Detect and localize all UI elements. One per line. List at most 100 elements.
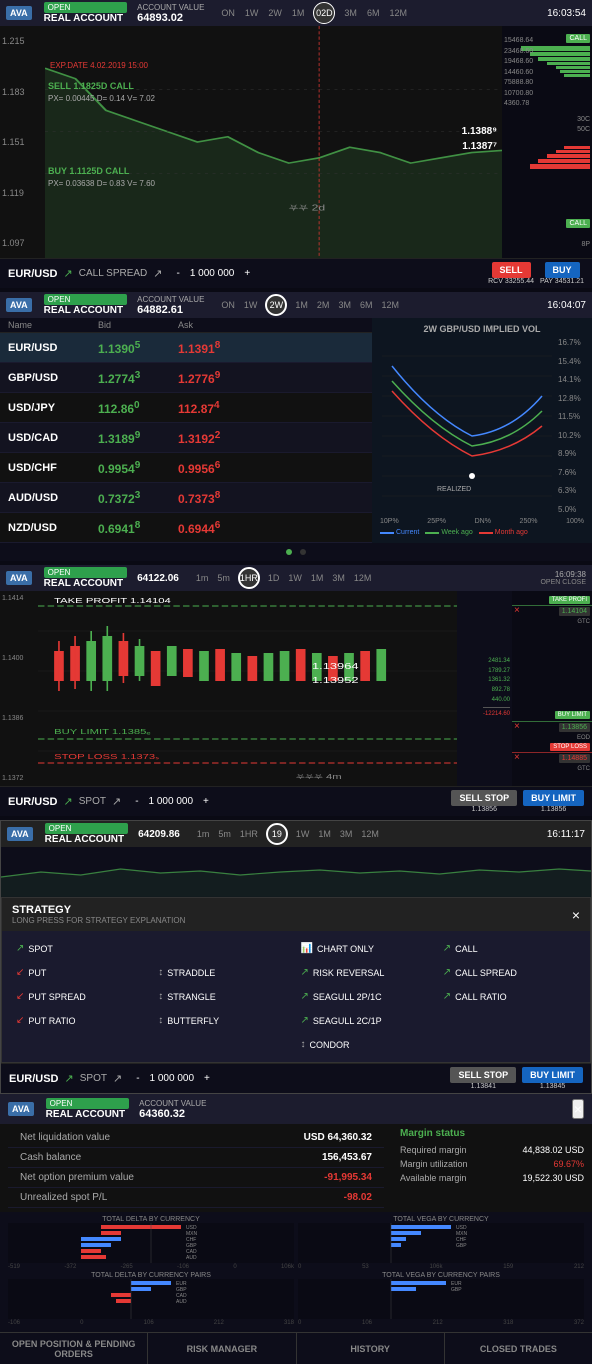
s3-btn-1hr-active[interactable]: 1HR [238,567,260,589]
s4-buy-button[interactable]: BUY LIMIT [522,1067,583,1083]
section3-chart-area: 1.14141.14001.13861.1372 [0,591,592,786]
s2-btn-6m[interactable]: 6M [357,299,376,311]
s3-btn-1m2[interactable]: 1M [308,572,327,584]
ava-logo-4: AVA [7,827,33,841]
s3-btn-12m[interactable]: 12M [351,572,375,584]
time-btn-3m[interactable]: 3M [341,7,360,19]
nav-risk-manager[interactable]: RISK MANAGER [148,1333,296,1364]
section3-header: AVA OPEN REAL ACCOUNT 64122.06 1m 5m 1HR… [0,565,592,591]
tp-close[interactable]: × [514,605,520,616]
time-btn-2w[interactable]: 2W [265,7,285,19]
strategy-popup: STRATEGY LONG PRESS FOR STRATEGY EXPLANA… [1,897,591,1063]
s4-plus[interactable]: + [204,1073,210,1084]
strategy-item-seagull2c1p[interactable]: ↗ SEAGULL 2C/1P [297,1009,438,1032]
time-btn-12m[interactable]: 12M [386,7,410,19]
row-eurusd[interactable]: EUR/USD 1.13905 1.13918 [0,333,372,363]
sell-button[interactable]: SELL [492,262,531,278]
s3-btn-1w[interactable]: 1W [285,572,305,584]
s4-btn-5m[interactable]: 5m [215,828,234,840]
s3-btn-1d[interactable]: 1D [265,572,283,584]
row-usdchf[interactable]: USD/CHF 0.99549 0.99566 [0,453,372,483]
netliq-close-button[interactable]: × [572,1099,584,1119]
nav-closed-trades[interactable]: CLOSED TRADES [445,1333,592,1364]
strategy-item-condor[interactable]: ↕ CONDOR [297,1033,438,1056]
strategy-item-seagull2p1c[interactable]: ↗ SEAGULL 2P/1C [297,985,438,1008]
bl-line [512,721,592,722]
time-btn-02d-active[interactable]: 02D [313,2,335,24]
s3-btn-5m[interactable]: 5m [214,572,233,584]
s4-btn-1m[interactable]: 1m [194,828,213,840]
strategy-item-putratio[interactable]: ↙ PUT RATIO [12,1009,153,1032]
vega-pairs-title: TOTAL VEGA BY CURRENCY PAIRS [298,1272,584,1279]
right-margin-info: Margin status Required margin 44,838.02 … [392,1124,592,1212]
strategy-item-spot[interactable]: ↗ SPOT [12,937,153,960]
delta-vega-charts: TOTAL DELTA BY CURRENCY USD MXN CHF [0,1212,592,1332]
strategy-item-straddle[interactable]: ↕ STRADDLE [154,961,295,984]
strategy-name: CALL SPREAD [79,268,148,279]
s3-buy-button[interactable]: BUY LIMIT [523,790,584,806]
vega-axis-1: 053106k159212 [298,1264,584,1270]
time-btn-on[interactable]: ON [218,7,238,19]
s2-btn-3m[interactable]: 3M [335,299,354,311]
s2-btn-on[interactable]: ON [218,299,238,311]
s2-btn-1w[interactable]: 1W [241,299,261,311]
s4-minus[interactable]: - [136,1073,139,1084]
strategy-item-callratio[interactable]: ↗ CALL RATIO [439,985,580,1008]
s3-btn-1m[interactable]: 1m [193,572,212,584]
strategy-item-callspread[interactable]: ↗ CALL SPREAD [439,961,580,984]
minus-qty[interactable]: - [177,268,180,279]
bid-gbpusd: 1.27743 [98,370,178,386]
s3-btn-3m[interactable]: 3M [329,572,348,584]
s3-sell-button[interactable]: SELL STOP [451,790,517,806]
bid-audusd: 0.73723 [98,490,178,506]
put-icon: ↙ [16,967,24,978]
time-btn-1w[interactable]: 1W [242,7,262,19]
s4-btn-3m[interactable]: 3M [337,828,356,840]
row-usdcad[interactable]: USD/CAD 1.31899 1.31922 [0,423,372,453]
section2: AVA OPEN REAL ACCOUNT ACCOUNT VALUE 6488… [0,292,592,565]
strategy-item-call[interactable]: ↗ CALL [439,937,580,960]
bid-usdcad: 1.31899 [98,430,178,446]
nav-open-positions[interactable]: OPEN POSITION & PENDING ORDERS [0,1333,148,1364]
s4-btn-1hr[interactable]: 1HR [237,828,261,840]
sell-combo: SELL RCV 33255.44 [488,262,534,285]
s3-minus[interactable]: - [135,796,138,807]
seagull2c1p-icon: ↗ [301,1015,309,1026]
strategy-item-butterfly[interactable]: ↕ BUTTERFLY [154,1009,295,1032]
strategy-item-riskreversal[interactable]: ↗ RISK REVERSAL [297,961,438,984]
s4-btn-12m[interactable]: 12M [358,828,382,840]
buy-button[interactable]: BUY [545,262,580,278]
strategy-close-button[interactable]: × [572,907,580,923]
vega-currency-bars: USD MXN CHF GBP [298,1223,584,1263]
row-audusd[interactable]: AUD/USD 0.73723 0.73738 [0,483,372,513]
row-gbpusd[interactable]: GBP/USD 1.27743 1.27769 [0,363,372,393]
s2-btn-2w-active[interactable]: 2W [265,294,287,316]
s2-btn-1m[interactable]: 1M [292,299,311,311]
px-tag1: PX= 0.00445 D= 0.14 V= 7.02 [48,94,155,103]
bl-close[interactable]: × [514,721,520,732]
section5: AVA OPEN REAL ACCOUNT ACCOUNT VALUE 6436… [0,1094,592,1332]
strategy-item-put[interactable]: ↙ PUT [12,961,153,984]
open-badge-4: OPEN [45,823,128,834]
s4-sell-button[interactable]: SELL STOP [450,1067,516,1083]
strategy-item-putspread[interactable]: ↙ PUT SPREAD [12,985,153,1008]
implied-vol-chart: 2W GBP/USD IMPLIED VOL [372,318,592,543]
sl-close[interactable]: × [514,752,520,763]
s3-arrow: ↗ [64,795,73,808]
svg-text:GBP: GBP [456,1243,467,1249]
row-usdjpy[interactable]: USD/JPY 112.860 112.874 [0,393,372,423]
pair-usdjpy: USD/JPY [8,402,98,414]
time-btn-6m[interactable]: 6M [364,7,383,19]
plus-qty[interactable]: + [244,268,250,279]
nav-history[interactable]: HISTORY [297,1333,445,1364]
strategy-item-chartonly[interactable]: 📊 CHART ONLY [297,937,438,960]
strategy-item-strangle[interactable]: ↕ STRANGLE [154,985,295,1008]
s2-btn-2m[interactable]: 2M [314,299,333,311]
s4-btn-1w[interactable]: 1W [293,828,313,840]
s4-btn-19-active[interactable]: 19 [266,823,288,845]
time-btn-1m[interactable]: 1M [289,7,308,19]
s4-btn-1m2[interactable]: 1M [315,828,334,840]
row-nzdusd[interactable]: NZD/USD 0.69418 0.69446 [0,513,372,543]
s3-plus[interactable]: + [203,796,209,807]
s2-btn-12m[interactable]: 12M [378,299,402,311]
